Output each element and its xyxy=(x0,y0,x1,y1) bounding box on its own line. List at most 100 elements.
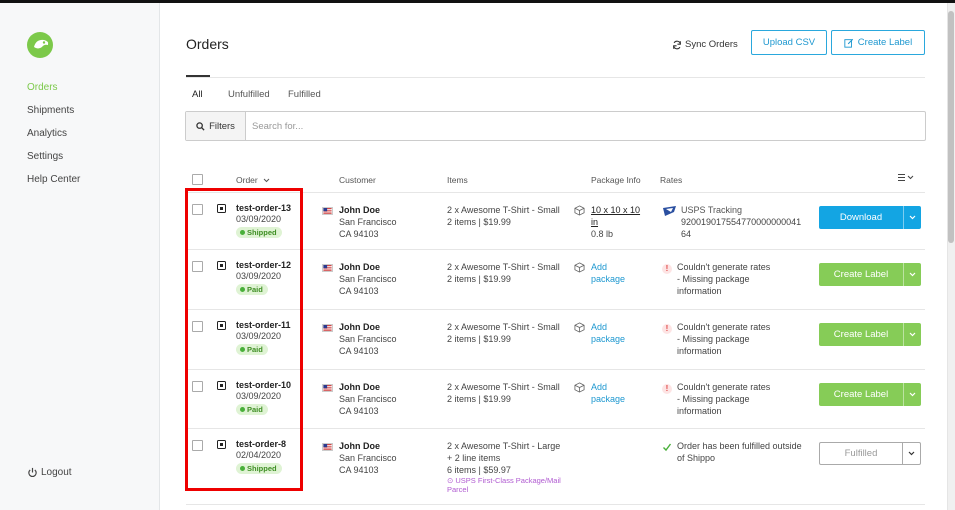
warning-icon: ! xyxy=(662,384,672,394)
column-header-order[interactable]: Order xyxy=(236,175,270,185)
sidebar-item-analytics[interactable]: Analytics xyxy=(27,128,67,139)
rates-error: Couldn't generate rates xyxy=(677,322,771,332)
customer-name: John Doe xyxy=(339,382,381,392)
rates-error-detail: - Missing package xyxy=(677,274,750,284)
highlight-annotation-box xyxy=(185,188,303,491)
customer-state-zip: CA 94103 xyxy=(339,286,379,296)
customer-city: San Francisco xyxy=(339,394,397,404)
rates-error-detail-end: information xyxy=(677,286,722,296)
tracking-number[interactable]: 920019017554770000000041 xyxy=(681,216,801,228)
customer-name: John Doe xyxy=(339,322,381,332)
warning-icon: ! xyxy=(662,324,672,334)
rates-error: Couldn't generate rates xyxy=(677,382,771,392)
customer-state-zip: CA 94103 xyxy=(339,406,379,416)
chevron-down-icon xyxy=(909,272,916,277)
create-label-button[interactable]: Create Label xyxy=(819,383,903,406)
add-package-link-line2[interactable]: package xyxy=(591,273,625,285)
items-summary: 2 x Awesome T-Shirt - Small xyxy=(447,205,560,215)
customer-city: San Francisco xyxy=(339,274,397,284)
tabs-divider xyxy=(186,77,925,78)
action-dropdown-toggle[interactable] xyxy=(903,263,921,286)
upload-csv-label: Upload CSV xyxy=(762,37,816,48)
column-header-package-info: Package Info xyxy=(591,175,641,185)
download-label-split-button: Download xyxy=(819,206,921,229)
items-summary: 2 x Awesome T-Shirt - Large xyxy=(447,441,561,451)
action-dropdown-toggle[interactable] xyxy=(902,443,920,464)
add-package-link[interactable]: Add xyxy=(591,261,625,273)
chevron-down-icon xyxy=(263,178,270,183)
download-button[interactable]: Download xyxy=(819,206,903,229)
add-package-link[interactable]: Add xyxy=(591,381,625,393)
items-count-price: 2 items | $19.99 xyxy=(447,394,511,404)
create-label-split-button: Create Label xyxy=(819,323,921,346)
us-flag-icon xyxy=(322,384,333,392)
column-settings-menu[interactable] xyxy=(898,173,915,184)
filters-button[interactable]: Filters xyxy=(186,112,246,140)
add-package-link[interactable]: Add xyxy=(591,321,625,333)
rates-error-detail: - Missing package xyxy=(677,394,750,404)
rates-error-detail-end: information xyxy=(677,346,722,356)
scrollbar-thumb[interactable] xyxy=(948,11,954,243)
fulfilled-note: Order has been fulfilled outside xyxy=(677,441,802,451)
package-icon xyxy=(574,205,585,216)
items-summary: 2 x Awesome T-Shirt - Small xyxy=(447,322,560,332)
sidebar-item-orders[interactable]: Orders xyxy=(27,82,58,93)
shipping-service-line2: Parcel xyxy=(447,485,469,494)
action-dropdown-toggle[interactable] xyxy=(903,206,921,229)
vertical-scrollbar[interactable] xyxy=(947,3,955,510)
action-dropdown-toggle[interactable] xyxy=(903,383,921,406)
chevron-down-icon xyxy=(909,392,916,397)
fulfilled-note-end: of Shippo xyxy=(677,453,716,463)
customer-name: John Doe xyxy=(339,441,381,451)
logout-button[interactable]: Logout xyxy=(27,467,72,478)
usps-eagle-icon xyxy=(662,204,677,219)
customer-state-zip: CA 94103 xyxy=(339,465,379,475)
customer-city: San Francisco xyxy=(339,334,397,344)
warning-icon: ! xyxy=(662,264,672,274)
chevron-down-icon xyxy=(909,215,916,220)
package-icon xyxy=(574,322,585,333)
us-flag-icon xyxy=(322,264,333,272)
package-weight: 0.8 lb xyxy=(591,229,614,239)
create-label-button[interactable]: Create Label xyxy=(819,263,903,286)
power-icon xyxy=(28,467,37,478)
sidebar-item-shipments[interactable]: Shipments xyxy=(27,105,74,116)
create-label-button[interactable]: Create Label xyxy=(819,323,903,346)
tab-fulfilled[interactable]: Fulfilled xyxy=(288,89,321,100)
add-package-link-line2[interactable]: package xyxy=(591,393,625,405)
action-dropdown-toggle[interactable] xyxy=(903,323,921,346)
upload-csv-button[interactable]: Upload CSV xyxy=(751,30,827,55)
create-label-header-button[interactable]: Create Label xyxy=(831,30,925,55)
add-package-link-line2[interactable]: package xyxy=(591,333,625,345)
customer-state-zip: CA 94103 xyxy=(339,229,379,239)
rates-error-detail-end: information xyxy=(677,406,722,416)
rates-error: Couldn't generate rates xyxy=(677,262,771,272)
items-count-price: 2 items | $19.99 xyxy=(447,334,511,344)
sidebar-item-help-center[interactable]: Help Center xyxy=(27,174,80,185)
package-icon xyxy=(574,262,585,273)
sidebar-item-settings[interactable]: Settings xyxy=(27,151,63,162)
package-dimensions-unit[interactable]: in xyxy=(591,216,640,228)
rates-error-detail: - Missing package xyxy=(677,334,750,344)
tab-unfulfilled[interactable]: Unfulfilled xyxy=(228,89,270,100)
items-extra-lines: + 2 line items xyxy=(447,453,501,463)
sidebar: Orders Shipments Analytics Settings Help… xyxy=(0,3,160,510)
items-count-price: 2 items | $19.99 xyxy=(447,217,511,227)
customer-state-zip: CA 94103 xyxy=(339,346,379,356)
tab-all[interactable]: All xyxy=(192,89,203,100)
create-label-split-button: Create Label xyxy=(819,263,921,286)
edit-icon xyxy=(844,38,853,48)
fulfilled-button[interactable]: Fulfilled xyxy=(820,443,902,464)
search-icon xyxy=(196,121,205,131)
sync-orders-button[interactable]: Sync Orders xyxy=(672,39,738,50)
chevron-down-icon xyxy=(909,332,916,337)
carrier-service: USPS Tracking xyxy=(681,205,743,215)
us-flag-icon xyxy=(322,443,333,451)
search-input[interactable] xyxy=(246,112,925,140)
package-icon xyxy=(574,382,585,393)
sync-orders-label: Sync Orders xyxy=(685,39,738,50)
package-dimensions-link[interactable]: 10 x 10 x 10 xyxy=(591,204,640,216)
shippo-logo-icon[interactable] xyxy=(26,31,54,59)
select-all-checkbox[interactable] xyxy=(192,174,203,185)
column-header-customer: Customer xyxy=(339,175,376,185)
